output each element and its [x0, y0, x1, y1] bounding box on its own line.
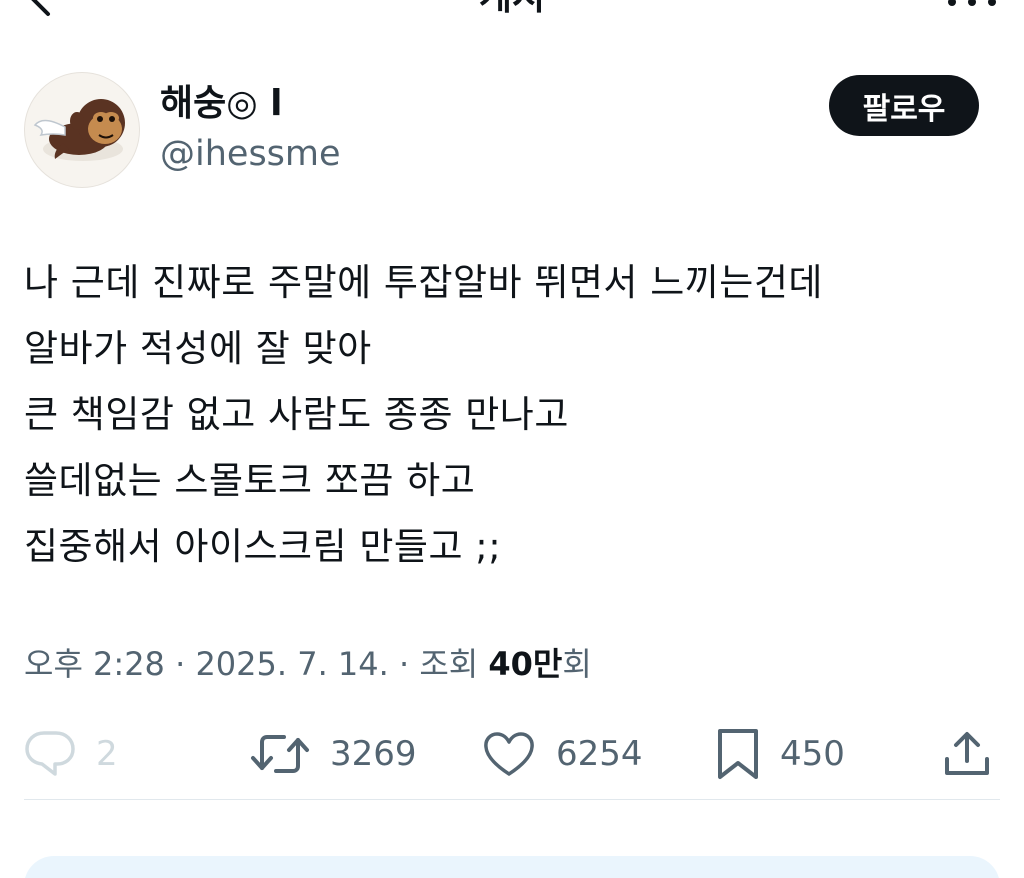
tweet-actions-bar: 2 3269 6254 450: [0, 718, 1024, 790]
tweet-line: 큰 책임감 없고 사람도 종종 만나고: [24, 393, 569, 436]
like-button[interactable]: 6254: [482, 718, 643, 790]
bookmark-button[interactable]: 450: [716, 718, 845, 790]
follow-button[interactable]: 팔로우: [829, 75, 979, 136]
divider: [24, 799, 1000, 800]
views-count[interactable]: 40만: [488, 645, 562, 683]
meta-separator: ·: [164, 645, 196, 683]
winged-monkey-avatar-icon: [33, 99, 125, 161]
avatar[interactable]: [24, 72, 140, 188]
bookmark-icon: [718, 729, 758, 779]
retweet-icon: [251, 735, 309, 773]
tweet-line: 알바가 적성에 잘 맞아: [24, 327, 372, 370]
reply-count: 2: [96, 734, 118, 774]
share-button[interactable]: [942, 718, 992, 790]
page-title: 게시: [0, 0, 1024, 18]
top-navigation-bar: 게시: [0, 0, 1024, 30]
tweet-line: 나 근데 진짜로 주말에 투잡알바 뛰면서 느끼는건데: [24, 261, 823, 304]
retweet-count: 3269: [330, 734, 417, 774]
tweet-text: 나 근데 진짜로 주말에 투잡알바 뛰면서 느끼는건데 알바가 적성에 잘 맞아…: [24, 250, 984, 580]
reply-icon: [25, 731, 75, 776]
share-icon: [945, 732, 989, 775]
tweet-time[interactable]: 오후 2:28: [24, 645, 165, 683]
meta-separator: ·: [388, 645, 420, 683]
bottom-card[interactable]: [24, 856, 1000, 878]
tweet-date[interactable]: 2025. 7. 14.: [195, 645, 388, 683]
bookmark-count: 450: [780, 734, 845, 774]
author-display-name[interactable]: 해숭◎ l: [160, 82, 283, 126]
views-label: 조회: [419, 645, 489, 683]
like-count: 6254: [556, 734, 643, 774]
tweet-line: 쓸데없는 스몰토크 쪼끔 하고: [24, 459, 476, 502]
reply-button[interactable]: 2: [24, 718, 118, 790]
author-handle[interactable]: @ihessme: [160, 132, 341, 176]
more-options-icon[interactable]: [942, 0, 1002, 10]
tweet-metadata: 오후 2:28 · 2025. 7. 14. · 조회 40만회: [24, 640, 592, 688]
tweet-line: 집중해서 아이스크림 만들고 ;;: [24, 525, 502, 568]
retweet-button[interactable]: 3269: [250, 718, 417, 790]
heart-icon: [484, 732, 534, 776]
views-suffix: 회: [562, 645, 592, 683]
